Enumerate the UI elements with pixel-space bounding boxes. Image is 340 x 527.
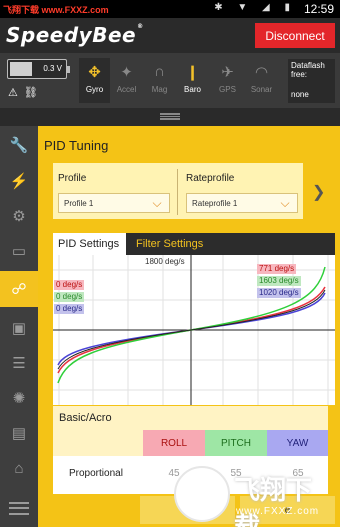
sidebar-item-modes[interactable]: ☰ [0, 348, 38, 378]
drawer-handle[interactable] [0, 108, 340, 126]
watermark-logo-icon [174, 466, 230, 522]
basic-acro-title: Basic/Acro [59, 412, 112, 424]
sidebar-item-pid-tuning[interactable]: ☍ [0, 271, 38, 307]
chevron-right-icon[interactable]: ❯ [312, 182, 325, 202]
column-header-yaw: YAW [267, 430, 328, 456]
status-watermark: 飞翔下载 www.FXXZ.com [3, 5, 109, 15]
watermark-text: 飞翔下载 [234, 475, 313, 527]
rate-curve-panel: 1800 deg/s 0 deg/s 0 deg/s 0 deg/s 771 d… [53, 255, 335, 405]
chevron-down-icon: ⌵ [152, 196, 162, 210]
sensor-accel: ✦ Accel [111, 58, 142, 103]
rateprofile-group: Rateprofile Rateprofile 1 ⌵ [181, 163, 301, 219]
sensor-sonar: ◠ Sonar [246, 58, 277, 103]
sidebar-item-configuration[interactable]: ⚙ [0, 201, 38, 231]
network-icon: ☍ [11, 281, 27, 298]
profile-select[interactable]: Profile 1 ⌵ [58, 193, 170, 213]
site-watermark: 飞翔下载 www.FXXZ.com [174, 466, 334, 527]
dataflash-value: none [291, 90, 309, 99]
sidebar: 🔧 ⚡ ⚙ ▭ ☍ ▣ ☰ ✺ ▤ ⌂ [0, 126, 38, 527]
gyro-icon: ✥ [88, 63, 101, 81]
battery-indicator: 0.3 V [7, 59, 70, 79]
sidebar-item-osd[interactable]: ▤ [0, 418, 38, 448]
accel-icon: ✦ [120, 63, 133, 81]
battery-status-icons: ⚠ ⛓ [8, 86, 68, 100]
row-label-proportional: Proportional [69, 468, 123, 479]
app-screen: 飞翔下载 www.FXXZ.com ✱ ▼ ◢ ▮ 12:59 SpeedyBe… [0, 0, 340, 527]
curve-right-yaw: 1020 deg/s [257, 288, 301, 298]
status-bar: 飞翔下载 www.FXXZ.com ✱ ▼ ◢ ▮ 12:59 [0, 0, 340, 18]
drag-handle-icon [160, 113, 180, 120]
tab-filter-settings[interactable]: Filter Settings [126, 233, 335, 255]
tab-pid-settings[interactable]: PID Settings [53, 233, 126, 255]
dataflash-status: Dataflash free: none [288, 59, 335, 103]
sidebar-item-ports[interactable]: ⚡ [0, 166, 38, 196]
thermometer-icon: ❙ [186, 63, 199, 81]
sidebar-item-setup[interactable]: 🔧 [0, 130, 38, 160]
settings-tabs: PID Settings Filter Settings [53, 233, 335, 255]
curve-left-pitch: 0 deg/s [54, 292, 85, 302]
speedybee-logo: SpeedyBee® [6, 23, 144, 47]
rateprofile-label: Rateprofile [186, 173, 235, 184]
sonar-icon: ◠ [254, 63, 269, 81]
sensor-gyro: ✥ Gyro [79, 58, 110, 103]
warning-icon: ⚠ [8, 87, 18, 99]
settings-icon: ✺ [12, 390, 26, 407]
sensor-baro: ❙ Baro [177, 58, 208, 103]
curve-right-pitch: 1603 deg/s [257, 276, 301, 286]
battery-voltage: 0.3 V [43, 64, 62, 73]
curve-left-yaw: 0 deg/s [54, 304, 85, 314]
light-icon: ⌂ [14, 459, 24, 477]
sidebar-item-receiver[interactable]: ▣ [0, 313, 38, 343]
sidebar-item-led[interactable]: ⌂ [0, 453, 38, 483]
battery-icon: ▭ [11, 243, 27, 260]
sensor-mag: ∩ Mag [144, 58, 175, 103]
gear-icon: ⚙ [12, 208, 26, 225]
toggle-icon: ☰ [12, 355, 26, 372]
status-icons: ✱ ▼ ◢ ▮ [214, 2, 296, 13]
sensor-gps: ✈ GPS [212, 58, 243, 103]
display-icon: ▤ [11, 425, 27, 442]
profile-group: Profile Profile 1 ⌵ [53, 163, 173, 219]
battery-fill [10, 62, 32, 76]
profile-label: Profile [58, 173, 87, 184]
menu-icon[interactable] [9, 502, 29, 515]
sensor-bar: 0.3 V ⚠ ⛓ ✥ Gyro ✦ Accel ∩ Mag ❙ Baro ✈ … [0, 53, 340, 108]
plug-icon: ⚡ [9, 173, 29, 190]
link-icon: ⛓ [23, 87, 38, 99]
column-header-pitch: PITCH [205, 430, 267, 456]
page-title: PID Tuning [44, 138, 109, 153]
rateprofile-select[interactable]: Rateprofile 1 ⌵ [186, 193, 298, 213]
remote-icon: ▣ [11, 320, 27, 337]
dataflash-label: Dataflash free: [291, 61, 325, 79]
chevron-down-icon: ⌵ [280, 196, 290, 210]
curve-top-label: 1800 deg/s [145, 257, 185, 266]
app-header: SpeedyBee® Disconnect [0, 18, 340, 53]
magnet-icon: ∩ [154, 63, 165, 80]
profile-panel: Profile Profile 1 ⌵ Rateprofile Rateprof… [53, 163, 303, 219]
curve-left-roll: 0 deg/s [54, 280, 85, 290]
column-header-roll: ROLL [143, 430, 205, 456]
curve-right-roll: 771 deg/s [257, 264, 297, 274]
sidebar-item-adjustments[interactable]: ✺ [0, 383, 38, 413]
status-time: 12:59 [303, 2, 334, 16]
satellite-icon: ✈ [221, 63, 234, 81]
watermark-url: www.FXXZ.com [236, 506, 320, 517]
sidebar-item-power[interactable]: ▭ [0, 236, 38, 266]
wrench-icon: 🔧 [9, 137, 29, 154]
disconnect-button[interactable]: Disconnect [255, 23, 335, 48]
